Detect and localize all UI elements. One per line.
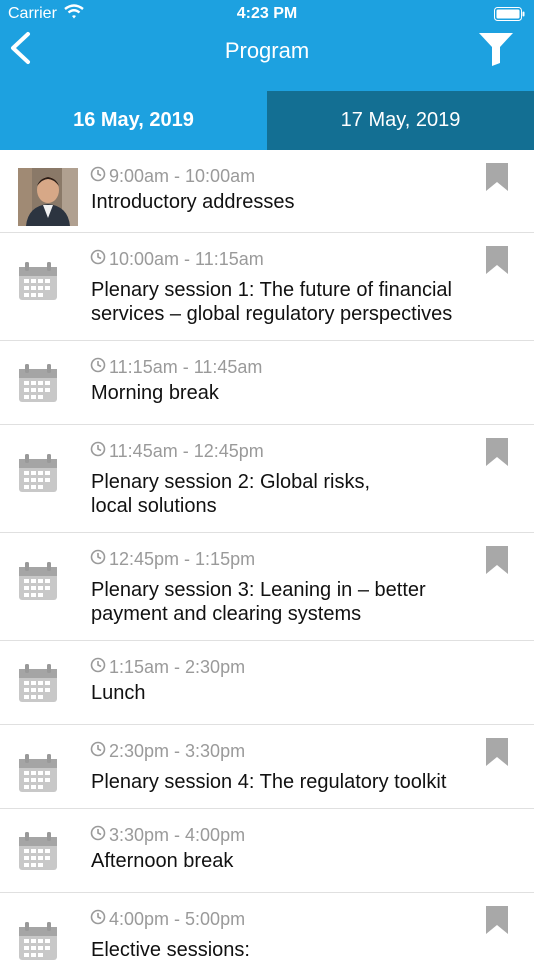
bookmark-button[interactable] bbox=[485, 906, 509, 939]
session-title: Elective sessions: bbox=[91, 939, 250, 961]
session-time-text: 2:30pm - 3:30pm bbox=[109, 741, 246, 761]
session-title: Plenary session 2: Global risks, local s… bbox=[91, 471, 371, 517]
session-time-text: 9:00am - 10:00am bbox=[109, 166, 256, 186]
session-title: Lunch bbox=[91, 682, 146, 704]
bookmark-button[interactable] bbox=[485, 546, 509, 579]
status-time: 4:23 PM bbox=[236, 5, 298, 22]
tab-16-may[interactable]: 16 May, 2019 bbox=[0, 91, 267, 150]
battery-icon bbox=[494, 7, 526, 26]
bookmark-icon bbox=[486, 906, 508, 934]
session-time-text: 3:30pm - 4:00pm bbox=[109, 825, 246, 845]
clock-icon bbox=[90, 441, 106, 462]
clock-icon bbox=[90, 741, 106, 762]
calendar-icon bbox=[18, 261, 58, 306]
session-time-text: 11:15am - 11:45am bbox=[109, 357, 263, 377]
bookmark-icon bbox=[486, 738, 508, 766]
bookmark-icon bbox=[486, 546, 508, 574]
session-time-text: 10:00am - 11:15am bbox=[109, 249, 264, 269]
bookmark-icon bbox=[486, 163, 508, 191]
clock-icon bbox=[90, 249, 106, 270]
calendar-icon bbox=[18, 453, 58, 498]
tab-label: 17 May, 2019 bbox=[340, 109, 461, 131]
list-item[interactable]: 10:00am - 11:15am Plenary session 1: The… bbox=[0, 233, 534, 341]
calendar-icon bbox=[18, 363, 58, 408]
tab-label: 16 May, 2019 bbox=[73, 109, 194, 131]
bookmark-button[interactable] bbox=[485, 163, 509, 196]
bookmark-button[interactable] bbox=[485, 738, 509, 771]
calendar-icon bbox=[18, 753, 58, 798]
session-time-text: 12:45pm - 1:15pm bbox=[109, 549, 256, 569]
clock-icon bbox=[90, 909, 106, 930]
clock-icon bbox=[90, 657, 106, 678]
session-time: 10:00am - 11:15am bbox=[90, 249, 264, 270]
list-item[interactable]: 9:00am - 10:00am Introductory addresses bbox=[0, 150, 534, 233]
session-title: Introductory addresses bbox=[91, 191, 295, 213]
session-time: 1:15am - 2:30pm bbox=[90, 657, 245, 678]
bookmark-button[interactable] bbox=[485, 438, 509, 471]
nav-bar: Program bbox=[0, 30, 534, 90]
list-item[interactable]: 3:30pm - 4:00pm Afternoon break bbox=[0, 809, 534, 893]
list-item[interactable]: 12:45pm - 1:15pm Plenary session 3: Lean… bbox=[0, 533, 534, 641]
list-item[interactable]: 4:00pm - 5:00pm Elective sessions: bbox=[0, 893, 534, 961]
filter-button[interactable] bbox=[478, 32, 514, 71]
clock-icon bbox=[90, 549, 106, 570]
header: Carrier 4:23 PM Program 16 May, 2019 17 … bbox=[0, 0, 534, 150]
tab-17-may[interactable]: 17 May, 2019 bbox=[267, 91, 534, 150]
avatar bbox=[18, 168, 78, 226]
session-time: 11:45am - 12:45pm bbox=[90, 441, 264, 462]
list-item[interactable]: 11:45am - 12:45pm Plenary session 2: Glo… bbox=[0, 425, 534, 533]
session-time: 2:30pm - 3:30pm bbox=[90, 741, 245, 762]
clock-icon bbox=[90, 166, 106, 187]
clock-icon bbox=[90, 825, 106, 846]
session-time: 9:00am - 10:00am bbox=[90, 166, 255, 187]
bookmark-button[interactable] bbox=[485, 246, 509, 279]
session-time: 12:45pm - 1:15pm bbox=[90, 549, 255, 570]
calendar-icon bbox=[18, 921, 58, 966]
session-time-text: 4:00pm - 5:00pm bbox=[109, 909, 246, 929]
session-time-text: 11:45am - 12:45pm bbox=[109, 441, 264, 461]
list-item[interactable]: 11:15am - 11:45am Morning break bbox=[0, 341, 534, 425]
bookmark-icon bbox=[486, 438, 508, 466]
bookmark-icon bbox=[486, 246, 508, 274]
list-item[interactable]: 1:15am - 2:30pm Lunch bbox=[0, 641, 534, 725]
session-time: 3:30pm - 4:00pm bbox=[90, 825, 245, 846]
session-time: 11:15am - 11:45am bbox=[90, 357, 262, 378]
session-title: Morning break bbox=[91, 382, 219, 404]
session-time-text: 1:15am - 2:30pm bbox=[109, 657, 246, 677]
calendar-icon bbox=[18, 831, 58, 876]
filter-icon bbox=[479, 33, 513, 66]
program-list: 9:00am - 10:00am Introductory addresses … bbox=[0, 150, 534, 961]
session-title: Plenary session 1: The future of financi… bbox=[91, 279, 453, 325]
page-title: Program bbox=[224, 38, 310, 63]
session-title: Plenary session 3: Leaning in – better p… bbox=[91, 579, 426, 625]
status-bar: Carrier 4:23 PM bbox=[0, 0, 534, 30]
calendar-icon bbox=[18, 561, 58, 606]
session-title: Plenary session 4: The regulatory toolki… bbox=[91, 771, 447, 793]
session-title: Afternoon break bbox=[91, 850, 234, 872]
session-time: 4:00pm - 5:00pm bbox=[90, 909, 245, 930]
date-tabs: 16 May, 2019 17 May, 2019 bbox=[0, 91, 534, 150]
list-item[interactable]: 2:30pm - 3:30pm Plenary session 4: The r… bbox=[0, 725, 534, 809]
calendar-icon bbox=[18, 663, 58, 708]
clock-icon bbox=[90, 357, 106, 378]
